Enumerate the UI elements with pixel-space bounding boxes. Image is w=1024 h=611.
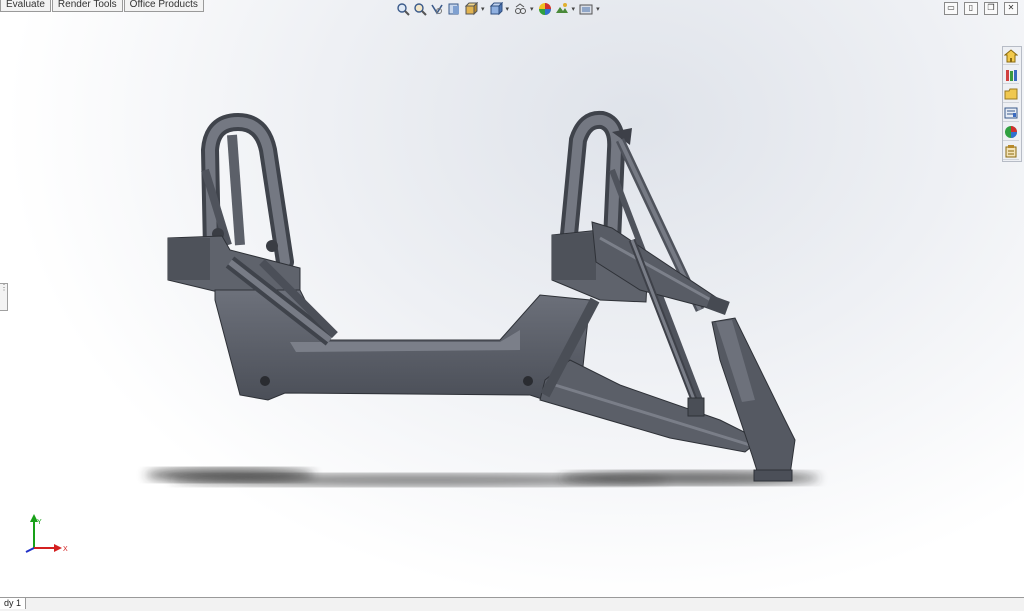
restore-icon[interactable]: ❐ [984, 2, 998, 15]
previous-view-icon[interactable] [430, 2, 444, 16]
view-orientation-caret-icon[interactable]: ▾ [481, 5, 485, 13]
tab-evaluate[interactable]: Evaluate [0, 0, 51, 12]
file-explorer-icon[interactable] [1003, 86, 1019, 103]
document-window-controls: ▭ ▯ ❐ ✕ [938, 2, 1018, 15]
triad-x-label: X [63, 546, 68, 553]
hide-show-items-icon[interactable] [513, 2, 527, 16]
appearances-scenes-icon[interactable] [1003, 124, 1019, 141]
zoom-to-fit-icon[interactable] [396, 2, 410, 16]
graphics-area[interactable]: Evaluate Render Tools Office Products ▾ … [0, 0, 1024, 611]
command-manager-tabs: Evaluate Render Tools Office Products [0, 0, 205, 12]
view-palette-icon[interactable] [1003, 105, 1019, 122]
triad-z-axis [25, 547, 35, 553]
triad-y-label: Y [37, 519, 42, 526]
custom-properties-icon[interactable] [1003, 143, 1019, 160]
triad-x-arrow-icon [54, 544, 62, 552]
view-settings-icon[interactable] [579, 2, 593, 16]
model-shadow [145, 468, 820, 486]
design-library-icon[interactable] [1003, 67, 1019, 84]
feature-manager-splitter[interactable]: ⋮ [0, 283, 8, 311]
tab-office-products[interactable]: Office Products [123, 0, 204, 12]
solidworks-resources-icon[interactable] [1003, 48, 1019, 65]
close-icon[interactable]: ✕ [1004, 2, 1018, 15]
apply-scene-caret-icon[interactable]: ▾ [572, 5, 576, 13]
upright [711, 317, 796, 482]
apply-scene-icon[interactable] [555, 2, 569, 16]
edit-appearance-icon[interactable] [538, 2, 552, 16]
reference-triad: Y X [25, 514, 68, 553]
tile-horizontal-icon[interactable]: ▭ [944, 2, 958, 15]
tab-render-tools[interactable]: Render Tools [51, 0, 123, 12]
heads-up-view-toolbar: ▾ ▾ ▾ ▾ ▾ [396, 1, 604, 17]
display-style-icon[interactable] [489, 2, 503, 16]
model-view-tab-bar: dy 1 [0, 597, 1024, 611]
splitter-grip-icon: ⋮ [0, 283, 8, 292]
tab-model-view[interactable]: dy 1 [0, 598, 27, 609]
hide-show-caret-icon[interactable]: ▾ [530, 5, 534, 13]
section-view-icon[interactable] [447, 2, 461, 16]
view-orientation-icon[interactable] [464, 2, 478, 16]
task-pane [1002, 46, 1022, 162]
suspension-frame-model[interactable] [0, 0, 1024, 611]
tile-vertical-icon[interactable]: ▯ [964, 2, 978, 15]
view-settings-caret-icon[interactable]: ▾ [596, 5, 600, 13]
display-style-caret-icon[interactable]: ▾ [506, 5, 510, 13]
zoom-to-area-icon[interactable] [413, 2, 427, 16]
